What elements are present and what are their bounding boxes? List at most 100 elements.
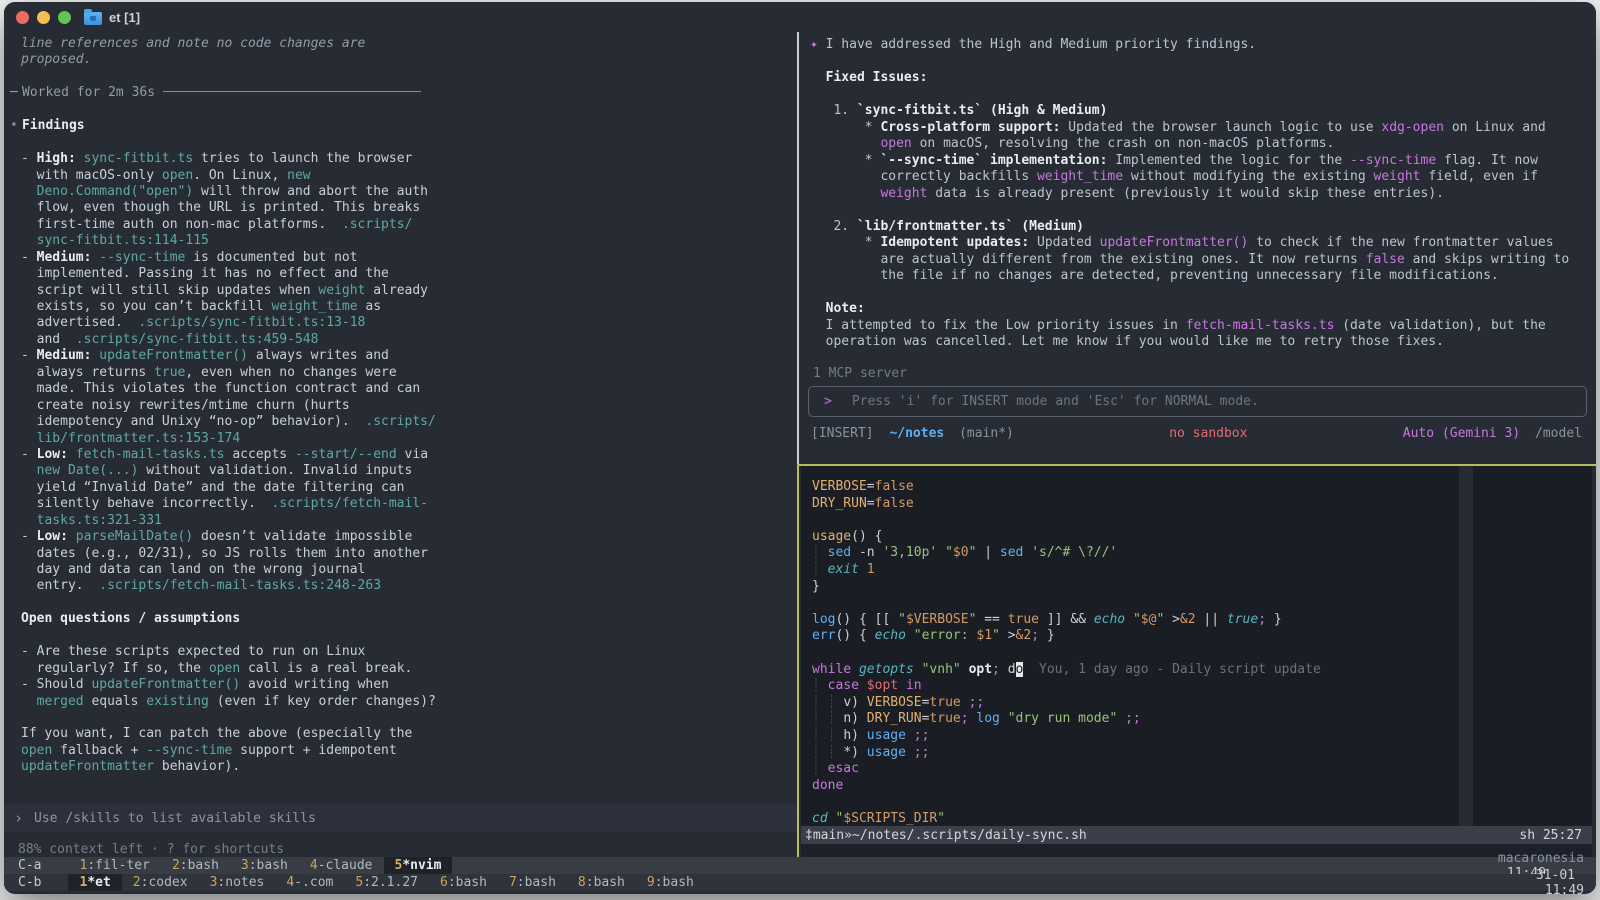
text-line: script will still skip updates when weig… (21, 283, 436, 299)
text-line: new Date(...) without validation. Invali… (21, 463, 436, 479)
tmux-statusbar-outer: C-b 1*et2:codex3:notes4-.com5:2.1.276:ba… (4, 874, 1596, 891)
text-line: - Medium: --sync-time is documented but … (21, 250, 436, 266)
text-line: ┊ ┊ v) VERBOSE=true ;; (812, 695, 1321, 712)
clock: 11:49 (1545, 883, 1584, 895)
maximize-button[interactable] (58, 11, 71, 24)
text-line: Fixed Issues: (810, 70, 1569, 87)
text-line: - Are these scripts expected to run on L… (21, 644, 436, 660)
text-line: ┊ sed -n '3,10p' "$0" | sed 's/^# \?//' (812, 545, 1321, 562)
tmux-window-3[interactable]: 3:notes (199, 874, 276, 891)
tmux-window-1[interactable]: 1:fil-ter (68, 857, 160, 874)
text-line (810, 54, 1569, 71)
text-line (812, 512, 1321, 529)
git-branch: (main*) (959, 426, 1014, 441)
nvim-pane[interactable]: VERBOSE=falseDRY_RUN=false usage() {┊ se… (799, 466, 1596, 857)
tmux-window-8[interactable]: 8:bash (567, 874, 636, 891)
tmux-window-7[interactable]: 7:bash (498, 874, 567, 891)
prompt-chevron-icon: › (14, 809, 23, 827)
text-line (21, 135, 436, 151)
text-line: silently behave incorrectly. .scripts/fe… (21, 496, 436, 512)
title-group: et [1] (84, 8, 140, 26)
text-line: always returns true, even when no change… (21, 365, 436, 381)
text-line: } (812, 579, 1321, 596)
gemini-status-left: [INSERT] ~/notes (main*) (811, 426, 1014, 441)
text-line: Note: (810, 301, 1569, 318)
text-line: regularly? If so, the open call is a rea… (21, 661, 436, 677)
date: 31-01 (1536, 868, 1575, 883)
text-line: sync-fitbit.ts:114-115 (21, 233, 436, 249)
traffic-lights (16, 11, 71, 24)
tmux-window-6[interactable]: 6:bash (429, 874, 498, 891)
text-line: are actually different from the existing… (810, 252, 1569, 269)
tmux-window-4[interactable]: 4-.com (275, 874, 344, 891)
folder-icon (84, 12, 102, 25)
text-line: ─ Worked for 2m 36s (21, 85, 436, 101)
vim-split-divider[interactable] (1459, 466, 1473, 826)
text-line: DRY_RUN=false (812, 496, 1321, 513)
vim-mode-indicator: [INSERT] (811, 426, 874, 441)
tmux-window-5[interactable]: 5:2.1.27 (344, 874, 429, 891)
text-line: * `--sync-time` implementation: Implemen… (810, 153, 1569, 170)
text-line: usage() { (812, 529, 1321, 546)
text-line: - Medium: updateFrontmatter() always wri… (21, 348, 436, 364)
minimize-button[interactable] (37, 11, 50, 24)
text-line: merged equals existing (even if key orde… (21, 694, 436, 710)
text-line: operation was cancelled. Let me know if … (810, 334, 1569, 351)
gemini-input-placeholder: Press 'i' for INSERT mode and 'Esc' for … (852, 394, 1259, 409)
text-line: tasks.ts:321-331 (21, 513, 436, 529)
mcp-server-status: 1 MCP server (813, 366, 907, 381)
text-line (812, 794, 1321, 811)
text-line: line references and note no code changes… (21, 36, 436, 52)
text-line: ┊ case $opt in (812, 678, 1321, 695)
gemini-status-right: Auto (Gemini 3) /model (1403, 426, 1582, 441)
tmux-window-9[interactable]: 9:bash (636, 874, 705, 891)
text-line: - High: sync-fitbit.ts tries to launch t… (21, 151, 436, 167)
text-line: lib/frontmatter.ts:153-174 (21, 431, 436, 447)
text-line (812, 645, 1321, 662)
text-line: proposed. (21, 52, 436, 68)
text-line: - Low: fetch-mail-tasks.ts accepts --sta… (21, 447, 436, 463)
text-line: • Findings (21, 118, 436, 134)
claude-input-text: Use /skills to list available skills (34, 811, 316, 826)
text-line: done (812, 778, 1321, 795)
tmux-window-4[interactable]: 4-claude (299, 857, 384, 874)
text-line: - Should updateFrontmatter() avoid writi… (21, 677, 436, 693)
claude-code-pane[interactable]: line references and note no code changes… (4, 32, 797, 857)
text-line: Open questions / assumptions (21, 611, 436, 627)
gemini-cli-pane[interactable]: ✦ I have addressed the High and Medium p… (799, 32, 1596, 464)
text-line: ┊ esac (812, 761, 1321, 778)
text-line (810, 87, 1569, 104)
model-hint: /model (1535, 426, 1582, 441)
tmux-window-2[interactable]: 2:bash (161, 857, 230, 874)
text-line (810, 285, 1569, 302)
tmux-window-5[interactable]: 5*nvim (384, 857, 453, 874)
text-line: - Low: parseMailDate() doesn’t validate … (21, 529, 436, 545)
text-line: log() { [[ "$VERBOSE" == true ]] && echo… (812, 612, 1321, 629)
claude-input-bar[interactable]: › Use /skills to list available skills (4, 804, 797, 832)
tmux-window-1[interactable]: 1*et (68, 874, 121, 891)
text-line: correctly backfills weight_time without … (810, 169, 1569, 186)
text-line: flow, even though the URL is printed. Th… (21, 200, 436, 216)
text-line: the file if no changes are detected, pre… (810, 268, 1569, 285)
vim-statusline-file: ‡main»~/notes/.scripts/daily-sync.sh (805, 828, 1087, 843)
text-line: Deno.Command("open") will throw and abor… (21, 184, 436, 200)
text-line (21, 710, 436, 726)
text-line: ┊ ┊ h) usage ;; (812, 728, 1321, 745)
text-line: ┊ ┊ *) usage ;; (812, 745, 1321, 762)
text-line: 1. `sync-fitbit.ts` (High & Medium) (810, 103, 1569, 120)
close-button[interactable] (16, 11, 29, 24)
tmux-bar2-right: 31-01 11:49 (1489, 853, 1584, 895)
claude-output: line references and note no code changes… (21, 36, 436, 776)
vim-empty-split[interactable] (1473, 466, 1592, 826)
text-line: implemented. Passing it has no effect an… (21, 266, 436, 282)
code-buffer[interactable]: VERBOSE=falseDRY_RUN=false usage() {┊ se… (801, 466, 1459, 826)
gemini-input-box[interactable]: > Press 'i' for INSERT mode and 'Esc' fo… (808, 386, 1587, 417)
gemini-statusbar: [INSERT] ~/notes (main*) no sandbox Auto… (811, 426, 1582, 441)
tmux-window-2[interactable]: 2:codex (122, 874, 199, 891)
text-line (21, 102, 436, 118)
tmux-window-3[interactable]: 3:bash (230, 857, 299, 874)
text-line: ┊ exit 1 (812, 562, 1321, 579)
titlebar[interactable]: et [1] (4, 2, 1596, 32)
window-title: et [1] (109, 10, 140, 25)
text-line: entry. .scripts/fetch-mail-tasks.ts:248-… (21, 578, 436, 594)
